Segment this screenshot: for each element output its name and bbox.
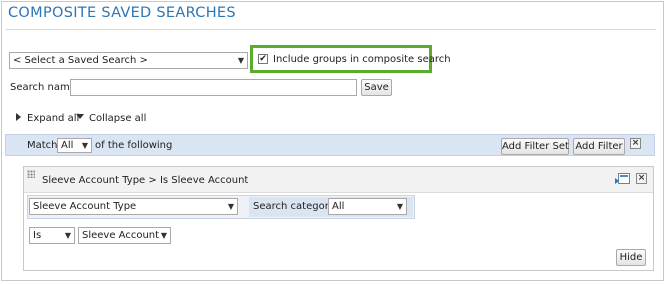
value-select[interactable]: Sleeve Account ▼ bbox=[78, 227, 171, 244]
search-category-select[interactable]: All ▼ bbox=[328, 198, 407, 215]
search-category-value: All bbox=[332, 201, 345, 212]
match-select[interactable]: All ▼ bbox=[57, 138, 92, 153]
filter-field-value: Sleeve Account Type bbox=[33, 201, 137, 212]
chevron-down-icon: ▼ bbox=[396, 202, 403, 211]
value-select-value: Sleeve Account bbox=[82, 230, 160, 241]
include-groups-label: Include groups in composite search bbox=[273, 54, 451, 65]
chevron-down-icon: ▼ bbox=[237, 56, 244, 65]
match-select-value: All bbox=[61, 140, 74, 151]
include-groups-checkbox[interactable]: ✔ bbox=[258, 54, 268, 64]
page-title: COMPOSITE SAVED SEARCHES bbox=[8, 5, 236, 21]
chevron-down-icon: ▼ bbox=[160, 231, 167, 240]
filter-close-icon[interactable]: × bbox=[636, 173, 647, 184]
expand-all-icon[interactable] bbox=[16, 113, 21, 121]
collapse-all-link[interactable]: Collapse all bbox=[89, 113, 146, 124]
search-category-label: Search category: bbox=[253, 201, 338, 212]
collapse-all-icon[interactable] bbox=[76, 114, 84, 119]
hide-button[interactable]: Hide bbox=[616, 249, 646, 266]
saved-search-select[interactable]: < Select a Saved Search > ▼ bbox=[9, 52, 248, 69]
operator-select[interactable]: Is ▼ bbox=[29, 227, 75, 244]
close-icon[interactable]: × bbox=[630, 138, 641, 149]
operator-value: Is bbox=[33, 230, 42, 241]
chevron-down-icon: ▼ bbox=[227, 202, 234, 211]
chevron-down-icon: ▼ bbox=[81, 141, 88, 150]
search-name-label: Search name: bbox=[10, 82, 80, 93]
title-divider bbox=[6, 29, 656, 30]
open-window-icon[interactable] bbox=[615, 173, 630, 184]
match-label: Match bbox=[27, 140, 58, 151]
search-name-input[interactable] bbox=[70, 79, 357, 96]
drag-handle-icon[interactable] bbox=[27, 170, 35, 178]
filter-field-select[interactable]: Sleeve Account Type ▼ bbox=[29, 198, 238, 215]
of-the-following-label: of the following bbox=[95, 140, 173, 151]
add-filter-set-button[interactable]: Add Filter Set bbox=[501, 138, 569, 155]
filter-header-text: Sleeve Account Type > Is Sleeve Account bbox=[42, 175, 249, 186]
save-button[interactable]: Save bbox=[361, 79, 392, 96]
expand-all-link[interactable]: Expand all bbox=[27, 113, 79, 124]
chevron-down-icon: ▼ bbox=[64, 231, 71, 240]
saved-search-select-value: < Select a Saved Search > bbox=[13, 55, 148, 66]
add-filter-button[interactable]: Add Filter bbox=[573, 138, 625, 155]
